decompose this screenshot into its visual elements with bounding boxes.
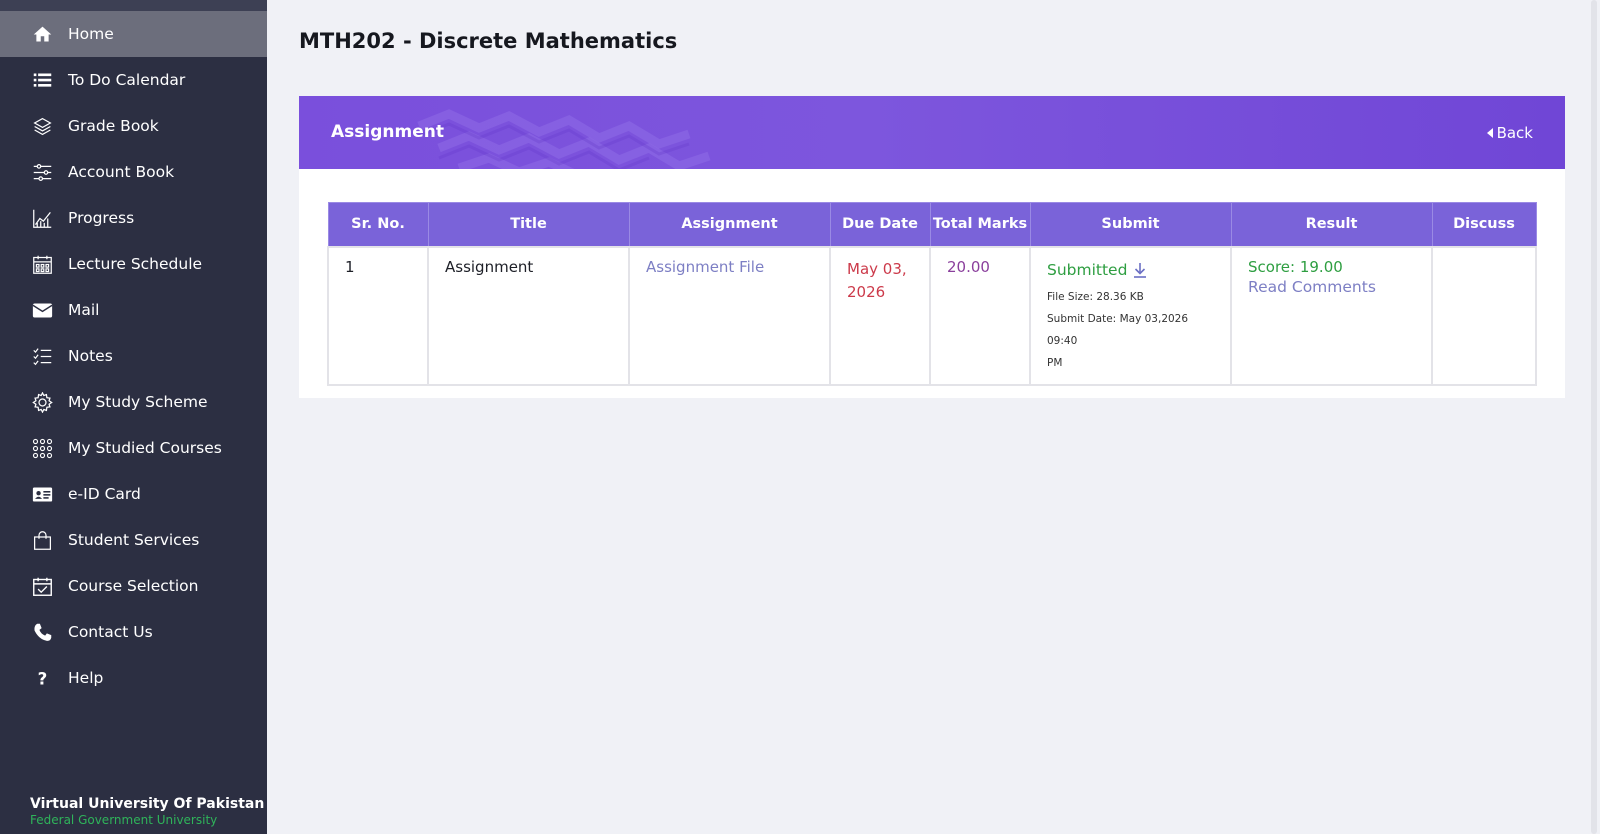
- sidebar-item-account-book[interactable]: Account Book: [0, 149, 267, 195]
- column-header-assignment: Assignment: [628, 202, 831, 247]
- home-icon: [31, 23, 53, 45]
- sidebar-topbar: [0, 0, 267, 11]
- sidebar-item-label: e-ID Card: [68, 485, 141, 503]
- sidebar-item-student-services[interactable]: Student Services: [0, 517, 267, 563]
- sidebar-item-label: Mail: [68, 301, 100, 319]
- file-size-label: File Size:: [1047, 290, 1093, 303]
- assignment-file-link[interactable]: Assignment File: [646, 258, 764, 276]
- header-pattern: [417, 109, 711, 169]
- chart-icon: [31, 207, 53, 229]
- column-header-sr-no: Sr. No.: [327, 202, 429, 247]
- sidebar-item-help[interactable]: ? Help: [0, 655, 267, 701]
- sidebar-item-label: Help: [68, 669, 104, 687]
- grid-dots-icon: [31, 437, 53, 459]
- sidebar-item-label: Course Selection: [68, 577, 199, 595]
- total-marks-value: 20.00: [947, 257, 990, 276]
- sidebar-item-label: Lecture Schedule: [68, 255, 203, 273]
- cell-total-marks: 20.00: [929, 245, 1031, 386]
- cell-result: Score: 19.00 Read Comments: [1230, 245, 1433, 386]
- gear-icon: [31, 391, 53, 413]
- column-header-due-date: Due Date: [829, 202, 931, 247]
- file-size-value: 28.36 KB: [1096, 290, 1144, 303]
- phone-icon: [31, 621, 53, 643]
- cell-submit: Submitted File Size: 28.36 KB Submit Dat…: [1029, 245, 1232, 386]
- submit-status: Submitted: [1047, 260, 1128, 279]
- column-header-title: Title: [427, 202, 630, 247]
- sliders-icon: [31, 161, 53, 183]
- back-link[interactable]: Back: [1486, 124, 1533, 142]
- sidebar-item-e-id-card[interactable]: e-ID Card: [0, 471, 267, 517]
- submit-date-label: Submit Date:: [1047, 312, 1117, 325]
- mail-icon: [31, 299, 53, 321]
- sidebar-item-label: To Do Calendar: [68, 71, 186, 89]
- cell-discuss: [1431, 245, 1537, 386]
- sidebar-item-label: Progress: [68, 209, 135, 227]
- svg-text:?: ?: [37, 669, 47, 688]
- column-header-discuss: Discuss: [1431, 202, 1537, 247]
- sidebar-item-course-selection[interactable]: Course Selection: [0, 563, 267, 609]
- score-value: Score: 19.00: [1248, 257, 1343, 276]
- university-name: Virtual University Of Pakistan: [30, 796, 265, 812]
- submit-date-suffix: PM: [1047, 356, 1063, 369]
- sidebar-item-todo-calendar[interactable]: To Do Calendar: [0, 57, 267, 103]
- assignment-table: Sr. No. Title Assignment Due Date Total …: [327, 202, 1537, 386]
- table-row: 1 Assignment Assignment File May 03, 202…: [327, 245, 1537, 386]
- sidebar-item-lecture-schedule[interactable]: Lecture Schedule: [0, 241, 267, 287]
- sidebar-item-label: Grade Book: [68, 117, 159, 135]
- sidebar-item-home[interactable]: Home: [0, 11, 267, 57]
- checklist-icon: [31, 345, 53, 367]
- scrollbar-thumb[interactable]: [1591, 0, 1597, 834]
- sidebar-item-label: My Study Scheme: [68, 393, 208, 411]
- list-icon: [31, 69, 53, 91]
- calendar-icon: [31, 253, 53, 275]
- sidebar-item-label: My Studied Courses: [68, 439, 222, 457]
- table-header-row: Sr. No. Title Assignment Due Date Total …: [327, 202, 1537, 247]
- read-comments-link[interactable]: Read Comments: [1248, 278, 1415, 296]
- page-scrollbar[interactable]: [1586, 0, 1600, 834]
- sidebar-item-label: Notes: [68, 347, 113, 365]
- cell-title: Assignment: [427, 245, 630, 386]
- sidebar-item-progress[interactable]: Progress: [0, 195, 267, 241]
- question-icon: ?: [31, 667, 53, 689]
- page-title: MTH202 - Discrete Mathematics: [299, 29, 678, 53]
- sidebar-item-mail[interactable]: Mail: [0, 287, 267, 333]
- sidebar-item-contact-us[interactable]: Contact Us: [0, 609, 267, 655]
- sidebar: Home To Do Calendar Grade Book Account B…: [0, 0, 267, 834]
- back-label: Back: [1496, 124, 1533, 142]
- sidebar-footer: Virtual University Of Pakistan Federal G…: [30, 796, 264, 828]
- card-title: Assignment: [331, 122, 444, 142]
- university-subtitle: Federal Government University: [30, 813, 218, 827]
- cell-assignment: Assignment File: [628, 245, 831, 386]
- card-header: Assignment Back: [299, 96, 1565, 169]
- sidebar-item-label: Student Services: [68, 531, 200, 549]
- sidebar-item-my-studied-courses[interactable]: My Studied Courses: [0, 425, 267, 471]
- sidebar-nav: Home To Do Calendar Grade Book Account B…: [0, 11, 267, 701]
- caret-left-icon: [1486, 128, 1493, 138]
- due-date-line1: May 03,: [847, 259, 907, 278]
- column-header-total-marks: Total Marks: [929, 202, 1031, 247]
- sidebar-item-grade-book[interactable]: Grade Book: [0, 103, 267, 149]
- due-date-line2: 2026: [847, 282, 886, 301]
- cell-due-date: May 03, 2026: [829, 245, 931, 386]
- assignment-card: Assignment Back Sr. No. Title Assignment…: [299, 96, 1565, 398]
- calendar-check-icon: [31, 575, 53, 597]
- cell-sr-no: 1: [327, 245, 429, 386]
- sidebar-item-label: Account Book: [68, 163, 175, 181]
- column-header-submit: Submit: [1029, 202, 1232, 247]
- sidebar-item-my-study-scheme[interactable]: My Study Scheme: [0, 379, 267, 425]
- download-icon[interactable]: [1133, 262, 1147, 278]
- layers-icon: [31, 115, 53, 137]
- column-header-result: Result: [1230, 202, 1433, 247]
- bag-icon: [31, 529, 53, 551]
- id-card-icon: [31, 483, 53, 505]
- sidebar-item-notes[interactable]: Notes: [0, 333, 267, 379]
- sidebar-item-label: Home: [68, 25, 114, 43]
- submission-details: File Size: 28.36 KB Submit Date: May 03,…: [1047, 286, 1214, 374]
- sidebar-item-label: Contact Us: [68, 623, 153, 641]
